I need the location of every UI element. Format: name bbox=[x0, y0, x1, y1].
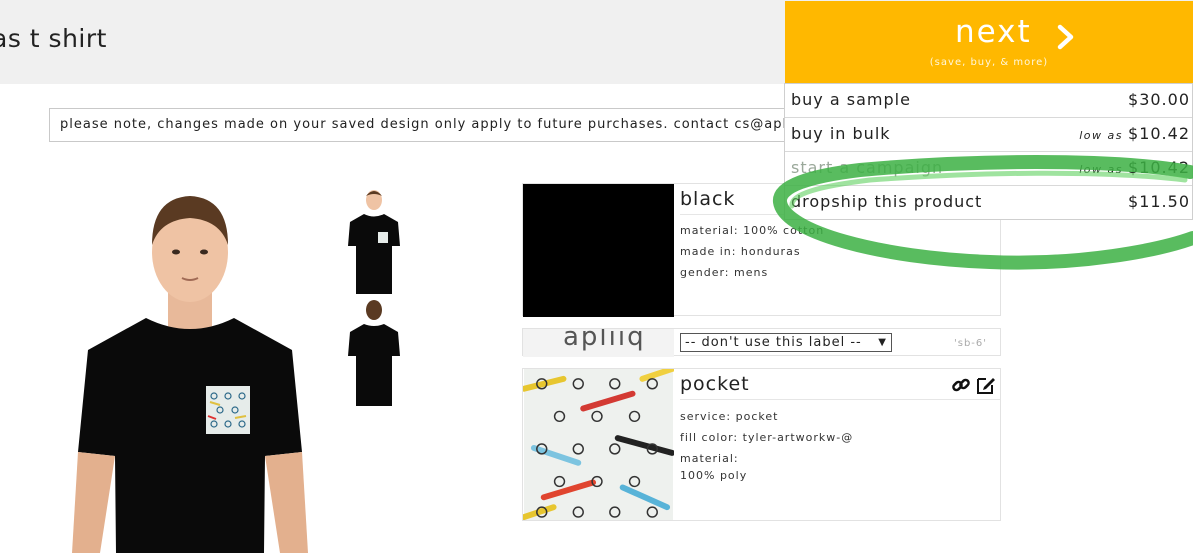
spec-material-value: 100% poly bbox=[680, 469, 748, 482]
label-select-value: -- don't use this label -- bbox=[685, 335, 862, 350]
label-select[interactable]: -- don't use this label -- ▼ bbox=[680, 333, 892, 352]
menu-item-price: $10.42 bbox=[1128, 158, 1190, 177]
menu-item-label: dropship this product bbox=[791, 192, 983, 211]
label-code: 'sb-6' bbox=[954, 338, 988, 349]
low-as-text: low as bbox=[1079, 163, 1124, 176]
menu-item-price-wrap: low as $10.42 bbox=[1079, 124, 1190, 143]
next-subtitle: (save, buy, & more) bbox=[929, 57, 1049, 68]
spec-made-in: made in: honduras bbox=[680, 245, 801, 258]
menu-item-price: $10.42 bbox=[1128, 124, 1190, 143]
notice-banner: please note, changes made on your saved … bbox=[49, 108, 809, 142]
svg-text:apliiq: apliiq bbox=[563, 329, 646, 352]
thumbnail-back[interactable] bbox=[344, 298, 404, 406]
pocket-option-card: pocket service: pocket fill color: tyler… bbox=[522, 368, 1001, 521]
spec-fill-color: fill color: tyler-artworkw-@ bbox=[680, 431, 854, 444]
next-dropdown-menu: buy a sample $30.00 buy in bulk low as $1… bbox=[784, 83, 1193, 220]
menu-item-buy-bulk[interactable]: buy in bulk low as $10.42 bbox=[785, 118, 1192, 152]
label-logo-image: apliiq bbox=[523, 329, 674, 357]
link-icon[interactable] bbox=[951, 375, 971, 395]
spec-material: material: bbox=[680, 452, 739, 465]
next-label: next bbox=[955, 14, 1032, 50]
label-option-card: apliiq -- don't use this label -- ▼ 'sb-… bbox=[522, 328, 1001, 357]
edit-icon[interactable] bbox=[976, 375, 996, 395]
next-button[interactable]: next (save, buy, & more) bbox=[785, 1, 1193, 83]
spec-service: service: pocket bbox=[680, 410, 779, 423]
thumbnail-front[interactable] bbox=[344, 186, 404, 294]
menu-item-dropship[interactable]: dropship this product $11.50 bbox=[785, 186, 1192, 220]
menu-item-price: $11.50 bbox=[1128, 192, 1190, 211]
menu-item-label: buy a sample bbox=[791, 90, 911, 109]
divider bbox=[680, 399, 1000, 400]
spec-gender: gender: mens bbox=[680, 266, 769, 279]
pocket-artwork-swatch[interactable] bbox=[523, 369, 674, 520]
menu-item-start-campaign[interactable]: start a campaign low as $10.42 bbox=[785, 152, 1192, 186]
menu-item-price-wrap: low as $10.42 bbox=[1079, 158, 1190, 177]
chevron-right-icon bbox=[1057, 24, 1074, 50]
color-swatch[interactable] bbox=[523, 184, 674, 317]
color-title: black bbox=[680, 188, 736, 210]
menu-item-price: $30.00 bbox=[1128, 90, 1190, 109]
menu-item-buy-sample[interactable]: buy a sample $30.00 bbox=[785, 84, 1192, 118]
spec-material: material: 100% cotton bbox=[680, 224, 825, 237]
menu-item-label: buy in bulk bbox=[791, 124, 891, 143]
model-front-image bbox=[72, 196, 308, 553]
page-title: as t shirt bbox=[0, 24, 107, 53]
menu-item-label: start a campaign bbox=[791, 158, 944, 177]
pocket-title: pocket bbox=[680, 373, 750, 395]
low-as-text: low as bbox=[1079, 129, 1124, 142]
chevron-down-icon: ▼ bbox=[878, 337, 887, 348]
